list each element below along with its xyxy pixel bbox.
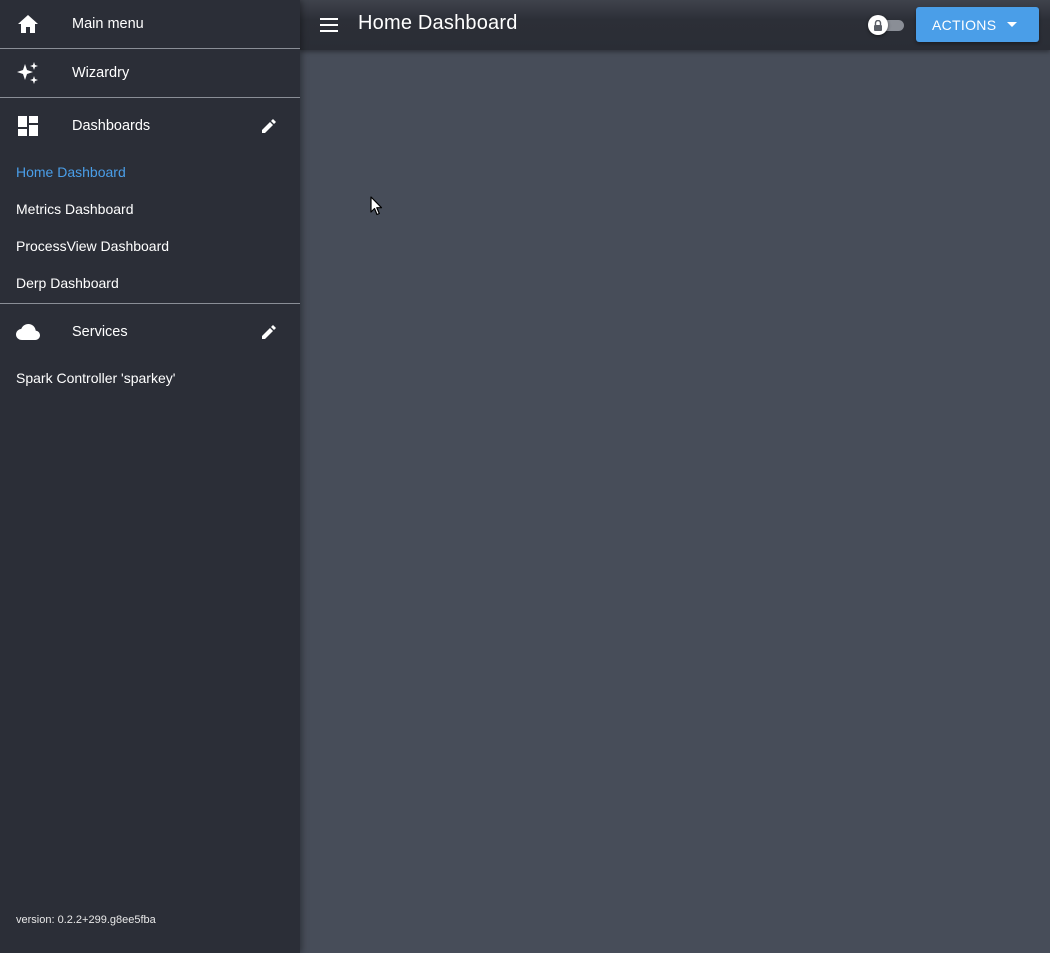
mouse-pointer-icon [370, 196, 383, 216]
sidebar-section-services[interactable]: Services [0, 304, 300, 360]
sidebar-item-wizardry[interactable]: Wizardry [0, 49, 300, 97]
sidebar-item-spark-controller[interactable]: Spark Controller 'sparkey' [0, 360, 300, 397]
sidebar-section-label: Dashboards [72, 118, 151, 134]
sidebar-item-metrics-dashboard[interactable]: Metrics Dashboard [0, 191, 300, 228]
sidebar-item-processview-dashboard[interactable]: ProcessView Dashboard [0, 228, 300, 265]
sidebar-section-label: Services [72, 324, 128, 340]
actions-button[interactable]: ACTIONS [916, 7, 1039, 42]
lock-icon [868, 15, 888, 35]
sidebar-item-label: Main menu [72, 16, 144, 32]
edit-services-icon[interactable] [260, 323, 278, 341]
caret-down-icon [1007, 22, 1017, 27]
page-title: Home Dashboard [358, 12, 518, 34]
sidebar-item-label: Wizardry [72, 65, 130, 81]
sidebar: Main menu Wizardry Dashboards Home Dashb… [0, 0, 300, 953]
edit-dashboards-icon[interactable] [260, 117, 278, 135]
sidebar-section-dashboards[interactable]: Dashboards [0, 98, 300, 154]
sidebar-item-main-menu[interactable]: Main menu [0, 0, 300, 48]
home-icon [16, 12, 40, 36]
lock-toggle[interactable] [868, 15, 906, 35]
sparkles-icon [16, 61, 40, 85]
dashboard-content [300, 50, 1050, 953]
actions-label: ACTIONS [932, 16, 997, 33]
hamburger-icon[interactable] [317, 13, 341, 37]
cloud-icon [16, 320, 40, 344]
sidebar-item-home-dashboard[interactable]: Home Dashboard [0, 154, 300, 191]
top-bar: Home Dashboard ACTIONS [300, 0, 1050, 50]
dashboard-icon [16, 114, 40, 138]
version-label: version: 0.2.2+299.g8ee5fba [16, 914, 156, 926]
sidebar-item-derp-dashboard[interactable]: Derp Dashboard [0, 265, 300, 302]
